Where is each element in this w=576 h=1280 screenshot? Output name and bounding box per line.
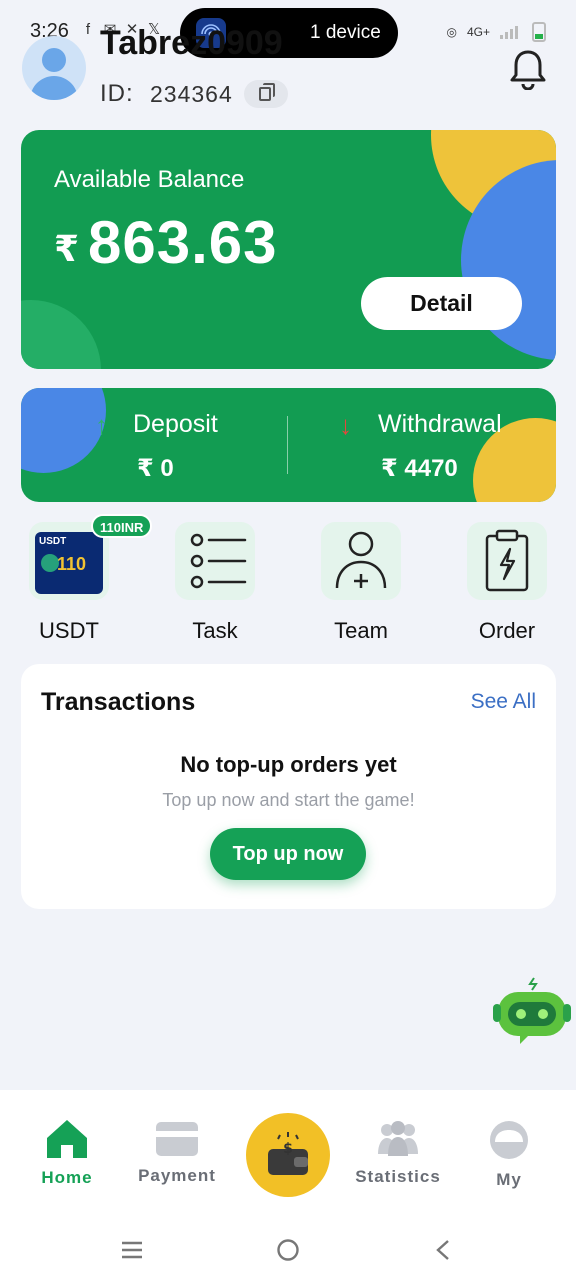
system-navigation-bar: [0, 1210, 576, 1280]
user-id: 234364: [150, 81, 233, 107]
shortcut-order[interactable]: Order: [447, 522, 567, 652]
shortcut-label: USDT: [39, 618, 99, 643]
transactions-title: Transactions: [41, 688, 196, 716]
card-icon: [156, 1122, 198, 1156]
signal-icon: [500, 26, 518, 39]
balance-label: Available Balance: [54, 166, 245, 193]
shortcut-label: Team: [334, 618, 388, 643]
back-icon[interactable]: [434, 1238, 452, 1262]
bottom-nav: Home Payment $ Statistics My: [0, 1090, 576, 1210]
home-circle-icon[interactable]: [276, 1238, 300, 1262]
battery-icon: [532, 22, 546, 42]
arrow-up-icon: ↑: [95, 410, 108, 440]
shortcut-team[interactable]: Team: [301, 522, 421, 652]
deposit-label[interactable]: Deposit: [133, 410, 218, 439]
usdt-bonus-badge: 110INR: [91, 514, 153, 538]
facebook-icon: f: [85, 21, 91, 38]
copy-id-button[interactable]: [244, 80, 288, 108]
profile-icon: [490, 1121, 528, 1159]
network-type: 4G+: [466, 25, 490, 39]
recent-apps-icon[interactable]: [120, 1240, 144, 1260]
nav-payment[interactable]: Payment: [122, 1090, 232, 1210]
divider: [287, 416, 288, 474]
detail-button[interactable]: Detail: [361, 277, 522, 330]
empty-state-subtitle: Top up now and start the game!: [162, 790, 415, 810]
withdrawal-value: ₹ 4470: [381, 455, 458, 482]
nav-label: Home: [41, 1168, 93, 1187]
shortcut-task[interactable]: Task: [155, 522, 275, 652]
add-user-icon: [321, 522, 401, 600]
balance-amount: 863.63: [88, 209, 278, 276]
shortcut-label: Task: [192, 618, 238, 643]
balance-card: Available Balance ₹ 863.63 Detail: [21, 130, 556, 369]
nav-home[interactable]: Home: [12, 1090, 122, 1210]
svg-text:$: $: [283, 1141, 293, 1157]
support-bot-icon[interactable]: [490, 976, 574, 1046]
empty-state-title: No top-up orders yet: [180, 752, 397, 777]
shortcut-usdt[interactable]: USDT 110 110INR USDT: [9, 514, 153, 652]
nav-label: Payment: [138, 1166, 216, 1185]
see-all-link[interactable]: See All: [471, 690, 536, 714]
deposit-withdrawal-card: ↑ Deposit ₹ 0 ↓ Withdrawal ₹ 4470: [21, 388, 556, 502]
username: Tabrez0909: [100, 24, 283, 62]
nav-label: Statistics: [355, 1167, 441, 1186]
deposit-value: ₹ 0: [137, 455, 174, 482]
transactions-card: Transactions See All No top-up orders ye…: [21, 664, 556, 909]
wallet-icon: $: [268, 1132, 308, 1175]
usdt-promo-image: USDT 110: [35, 532, 103, 594]
home-icon: [47, 1120, 87, 1158]
user-id-label: ID:: [100, 80, 134, 107]
system-status-icons: ◎ 4G+: [446, 22, 546, 42]
group-icon: [378, 1121, 418, 1156]
nav-my[interactable]: My: [454, 1090, 564, 1210]
withdrawal-label[interactable]: Withdrawal: [378, 410, 502, 439]
avatar[interactable]: [22, 36, 86, 100]
list-icon: [175, 522, 255, 600]
currency-symbol: ₹: [54, 228, 80, 269]
shortcut-label: Order: [478, 618, 536, 643]
top-up-button[interactable]: Top up now: [210, 828, 366, 880]
device-count-text: 1 device: [310, 22, 381, 43]
notification-bell-icon[interactable]: [508, 48, 548, 91]
nav-wallet[interactable]: $: [246, 1113, 330, 1197]
nav-statistics[interactable]: Statistics: [343, 1090, 453, 1210]
hotspot-icon: ◎: [446, 25, 457, 39]
arrow-down-icon: ↓: [339, 410, 352, 440]
copy-icon: [259, 83, 275, 101]
clipboard-bolt-icon: [467, 522, 547, 600]
status-bar: 3:26 f ✉ ✕ 𝕏 1 device ◎ 4G+: [0, 0, 576, 66]
nav-label: My: [496, 1170, 522, 1189]
